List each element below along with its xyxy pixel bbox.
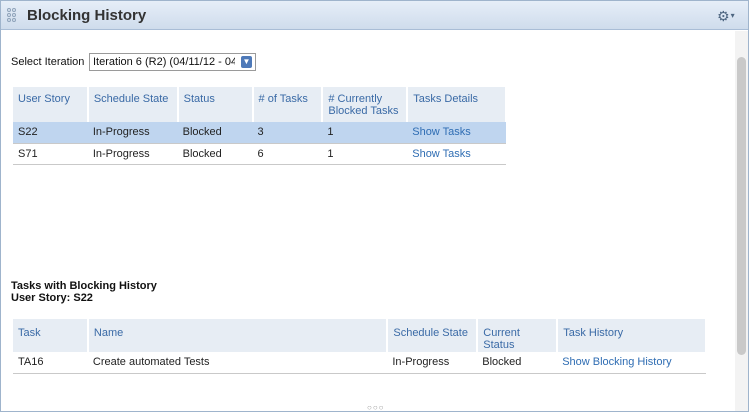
cell-num-tasks: 3	[252, 122, 323, 144]
column-header-task[interactable]: Task	[13, 319, 89, 352]
cell-user-story: S22	[13, 122, 88, 144]
column-header-task-history[interactable]: Task History	[557, 319, 707, 352]
cell-name: Create automated Tests	[87, 352, 388, 374]
column-header-blocked-tasks[interactable]: # Currently Blocked Tasks	[322, 87, 409, 122]
cell-blocked-tasks: 1	[322, 143, 408, 165]
panel-titlebar: Blocking History ⚙▾	[1, 1, 748, 30]
blocking-history-panel: Blocking History ⚙▾ Select Iteration Ite…	[0, 0, 749, 412]
cell-schedule-state: In-Progress	[87, 143, 178, 165]
tasks-section-story-label: User Story: S22	[11, 292, 93, 304]
drag-grip-icon[interactable]	[7, 8, 17, 24]
scrollbar-thumb[interactable]	[737, 57, 746, 355]
column-header-status[interactable]: Status	[177, 87, 254, 122]
column-header-schedule-state[interactable]: Schedule State	[87, 87, 179, 122]
cell-task: TA16	[13, 352, 88, 374]
tasks-table: Task Name Schedule State Current Status …	[13, 319, 707, 374]
cell-schedule-state: In-Progress	[87, 122, 178, 144]
cell-schedule-state: In-Progress	[387, 352, 478, 374]
column-header-schedule-state[interactable]: Schedule State	[387, 319, 479, 352]
iteration-select[interactable]: Iteration 6 (R2) (04/11/12 - 04 ▼	[89, 53, 256, 71]
table-row[interactable]: TA16 Create automated Tests In-Progress …	[13, 352, 706, 374]
tasks-section-heading: Tasks with Blocking History	[11, 280, 157, 292]
cell-user-story: S71	[13, 143, 88, 165]
cell-current-status: Blocked	[477, 352, 558, 374]
column-header-num-tasks[interactable]: # of Tasks	[252, 87, 324, 122]
column-header-name[interactable]: Name	[87, 319, 389, 352]
column-header-user-story[interactable]: User Story	[13, 87, 89, 122]
user-stories-table: User Story Schedule State Status # of Ta…	[13, 87, 507, 165]
cell-num-tasks: 6	[252, 143, 323, 165]
iteration-select-value: Iteration 6 (R2) (04/11/12 - 04	[93, 56, 235, 68]
resize-handle-icon[interactable]: ○○○	[367, 403, 385, 412]
iteration-label: Select Iteration	[11, 56, 85, 68]
column-header-current-status[interactable]: Current Status	[477, 319, 559, 352]
cell-status: Blocked	[177, 143, 253, 165]
cell-status: Blocked	[177, 122, 253, 144]
show-blocking-history-link[interactable]: Show Blocking History	[557, 352, 706, 374]
table-row[interactable]: S71 In-Progress Blocked 6 1 Show Tasks	[13, 143, 506, 165]
column-header-tasks-details[interactable]: Tasks Details	[407, 87, 507, 122]
panel-title: Blocking History	[27, 7, 147, 24]
show-tasks-link[interactable]: Show Tasks	[407, 143, 506, 165]
dropdown-arrow-icon[interactable]: ▼	[241, 56, 252, 68]
cell-blocked-tasks: 1	[322, 122, 408, 144]
gear-icon[interactable]: ⚙▾	[717, 8, 741, 24]
table-row[interactable]: S22 In-Progress Blocked 3 1 Show Tasks	[13, 122, 506, 144]
show-tasks-link[interactable]: Show Tasks	[407, 122, 506, 144]
